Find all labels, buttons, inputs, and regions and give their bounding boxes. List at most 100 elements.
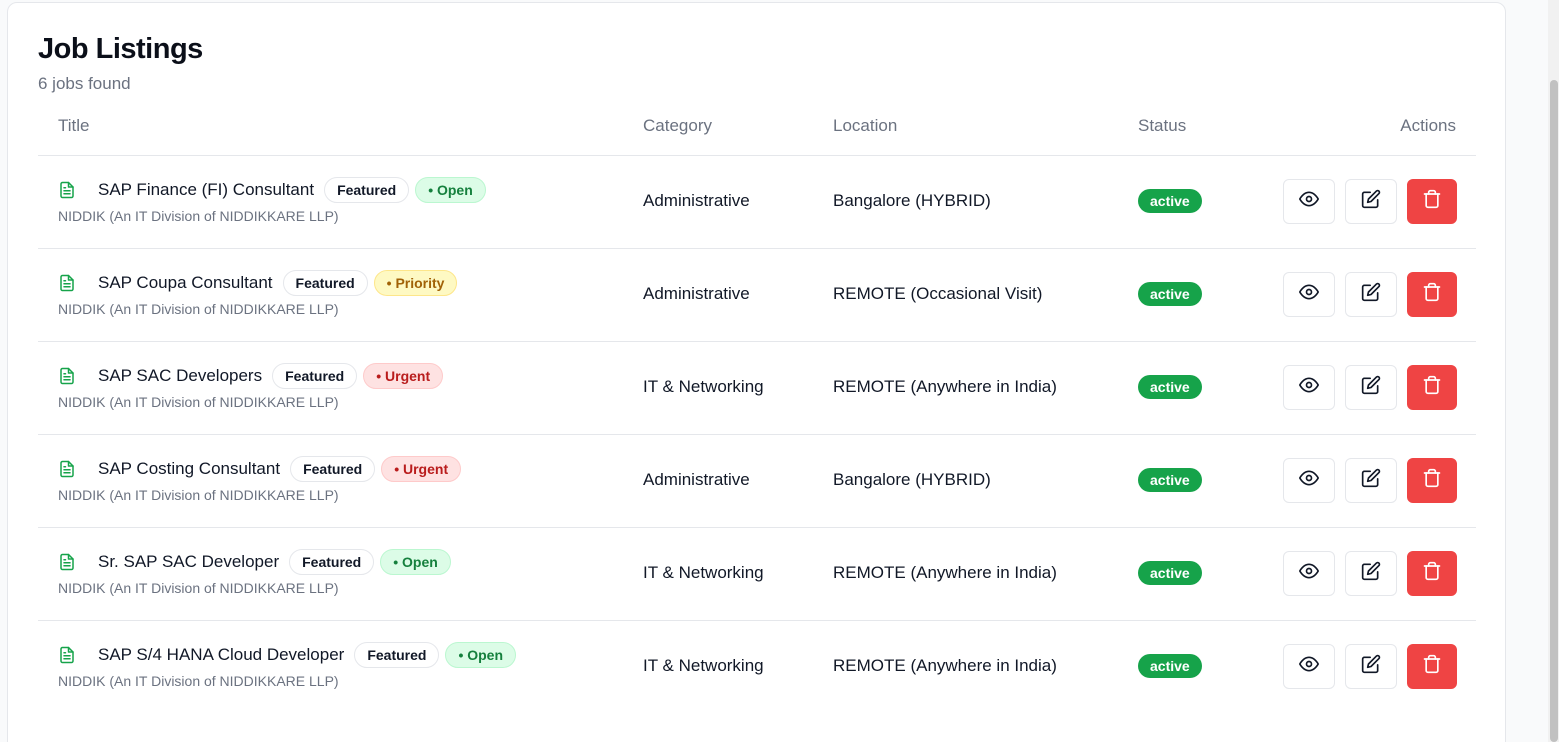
edit-button[interactable]: [1345, 458, 1397, 503]
trash-icon: [1422, 561, 1442, 586]
edit-button[interactable]: [1345, 644, 1397, 689]
featured-badge: Featured: [289, 549, 375, 575]
status-badge: active: [1138, 189, 1202, 213]
location-cell: REMOTE (Anywhere in India): [833, 563, 1057, 582]
page-title: Job Listings: [38, 33, 203, 65]
eye-icon: [1299, 375, 1319, 400]
featured-badge: Featured: [272, 363, 358, 389]
job-title[interactable]: SAP Finance (FI) Consultant: [98, 180, 314, 200]
table-header: Title Category Location Status Actions: [38, 103, 1476, 156]
featured-badge: Featured: [282, 270, 368, 296]
eye-icon: [1299, 282, 1319, 307]
company-name: NIDDIK (An IT Division of NIDDIKKARE LLP…: [58, 394, 339, 410]
document-icon: [58, 273, 76, 293]
status-badge: active: [1138, 561, 1202, 585]
document-icon: [58, 459, 76, 479]
row-actions: [1283, 179, 1457, 224]
scrollbar-thumb[interactable]: [1550, 80, 1558, 742]
delete-button[interactable]: [1407, 458, 1457, 503]
view-button[interactable]: [1283, 365, 1335, 410]
row-actions: [1283, 272, 1457, 317]
row-actions: [1283, 551, 1457, 596]
edit-icon: [1361, 189, 1381, 214]
title-line: SAP Costing Consultant Featured • Urgent: [98, 455, 462, 483]
job-title[interactable]: SAP S/4 HANA Cloud Developer: [98, 645, 344, 665]
view-button[interactable]: [1283, 179, 1335, 224]
edit-icon: [1361, 468, 1381, 493]
tag-badge: • Open: [380, 549, 451, 575]
trash-icon: [1422, 654, 1442, 679]
company-name: NIDDIK (An IT Division of NIDDIKKARE LLP…: [58, 580, 339, 596]
location-cell: REMOTE (Anywhere in India): [833, 656, 1057, 675]
row-actions: [1283, 644, 1457, 689]
category-cell: IT & Networking: [643, 563, 764, 582]
page: Job Listings 6 jobs found Title Category…: [0, 0, 1559, 742]
delete-button[interactable]: [1407, 551, 1457, 596]
edit-button[interactable]: [1345, 551, 1397, 596]
edit-icon: [1361, 654, 1381, 679]
category-cell: Administrative: [643, 191, 750, 210]
edit-button[interactable]: [1345, 365, 1397, 410]
tag-badge: • Priority: [373, 270, 458, 296]
document-icon: [58, 180, 76, 200]
tag-badge: • Open: [445, 642, 517, 668]
column-header-actions: Actions: [1400, 116, 1456, 135]
category-cell: Administrative: [643, 284, 750, 303]
status-badge: active: [1138, 375, 1202, 399]
status-badge: active: [1138, 282, 1202, 306]
document-icon: [58, 645, 76, 665]
delete-button[interactable]: [1407, 365, 1457, 410]
location-cell: REMOTE (Anywhere in India): [833, 377, 1057, 396]
view-button[interactable]: [1283, 551, 1335, 596]
job-title[interactable]: SAP Costing Consultant: [98, 459, 280, 479]
view-button[interactable]: [1283, 458, 1335, 503]
column-header-category: Category: [643, 116, 712, 135]
page-scrollbar[interactable]: [1548, 0, 1559, 742]
edit-button[interactable]: [1345, 272, 1397, 317]
job-title[interactable]: SAP Coupa Consultant: [98, 273, 273, 293]
jobs-count: 6 jobs found: [38, 74, 131, 93]
eye-icon: [1299, 561, 1319, 586]
row-actions: [1283, 458, 1457, 503]
eye-icon: [1299, 654, 1319, 679]
trash-icon: [1422, 189, 1442, 214]
company-name: NIDDIK (An IT Division of NIDDIKKARE LLP…: [58, 673, 339, 689]
tag-badge: • Open: [415, 177, 486, 203]
featured-badge: Featured: [354, 642, 440, 668]
eye-icon: [1299, 189, 1319, 214]
table-row: SAP Finance (FI) Consultant Featured • O…: [38, 156, 1476, 249]
trash-icon: [1422, 375, 1442, 400]
job-title[interactable]: Sr. SAP SAC Developer: [98, 552, 279, 572]
edit-button[interactable]: [1345, 179, 1397, 224]
jobs-table: Title Category Location Status Actions S…: [38, 103, 1476, 714]
category-cell: IT & Networking: [643, 656, 764, 675]
delete-button[interactable]: [1407, 272, 1457, 317]
title-line: SAP Finance (FI) Consultant Featured • O…: [98, 176, 486, 204]
job-listings-card: Job Listings 6 jobs found Title Category…: [7, 2, 1506, 742]
delete-button[interactable]: [1407, 179, 1457, 224]
trash-icon: [1422, 468, 1442, 493]
table-row: SAP Costing Consultant Featured • Urgent…: [38, 435, 1476, 528]
column-header-status: Status: [1138, 116, 1187, 135]
delete-button[interactable]: [1407, 644, 1457, 689]
featured-badge: Featured: [324, 177, 410, 203]
table-row: SAP Coupa Consultant Featured • Priority…: [38, 249, 1476, 342]
category-cell: Administrative: [643, 470, 750, 489]
document-icon: [58, 366, 76, 386]
job-title[interactable]: SAP SAC Developers: [98, 366, 262, 386]
row-actions: [1283, 365, 1457, 410]
view-button[interactable]: [1283, 644, 1335, 689]
table-row: SAP S/4 HANA Cloud Developer Featured • …: [38, 621, 1476, 714]
location-cell: Bangalore (HYBRID): [833, 470, 991, 489]
eye-icon: [1299, 468, 1319, 493]
view-button[interactable]: [1283, 272, 1335, 317]
location-cell: REMOTE (Occasional Visit): [833, 284, 1043, 303]
edit-icon: [1361, 375, 1381, 400]
table-body: SAP Finance (FI) Consultant Featured • O…: [38, 156, 1476, 714]
status-badge: active: [1138, 654, 1202, 678]
title-line: SAP S/4 HANA Cloud Developer Featured • …: [98, 641, 517, 669]
table-row: SAP SAC Developers Featured • Urgent NID…: [38, 342, 1476, 435]
title-line: Sr. SAP SAC Developer Featured • Open: [98, 548, 451, 576]
edit-icon: [1361, 282, 1381, 307]
location-cell: Bangalore (HYBRID): [833, 191, 991, 210]
